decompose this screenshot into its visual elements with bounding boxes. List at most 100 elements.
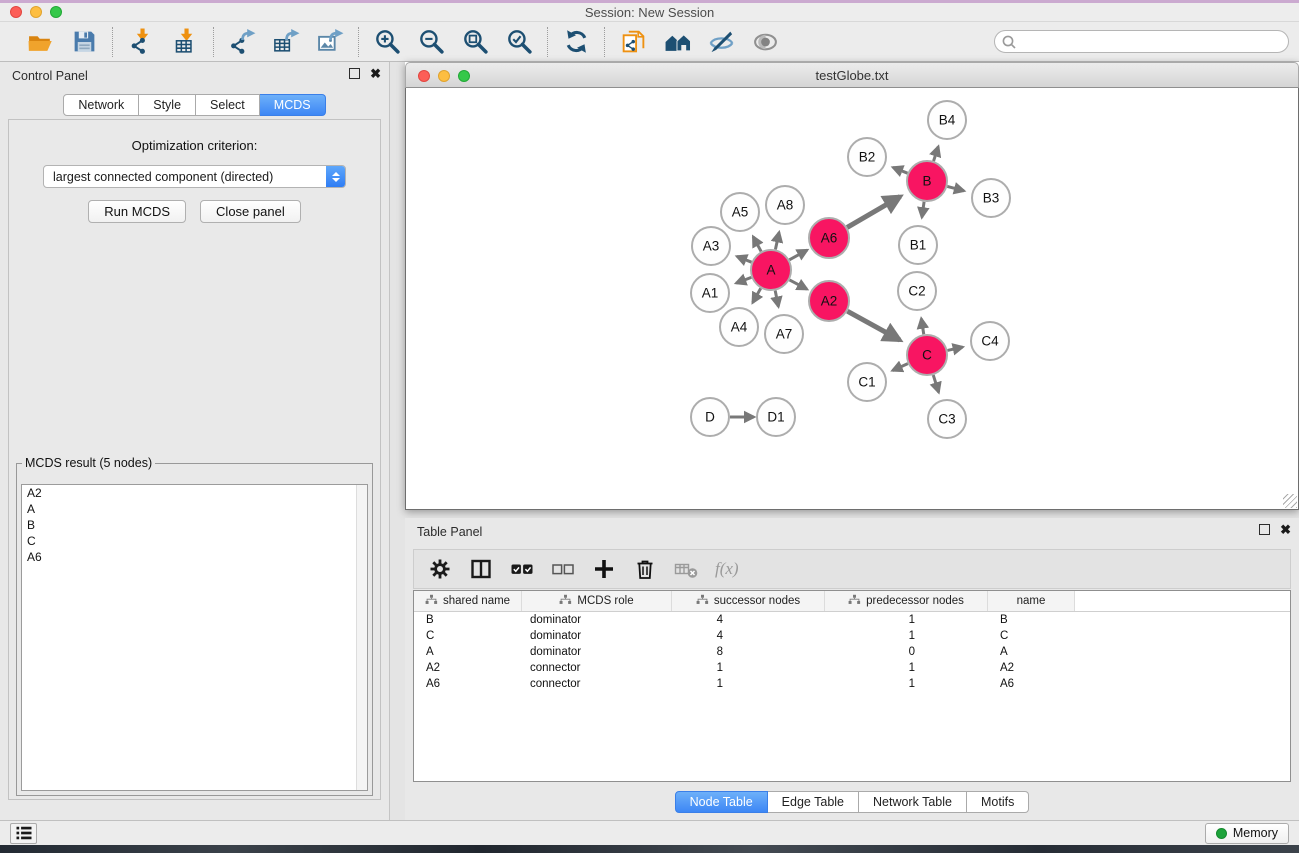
graph-edge-B-B1[interactable]	[922, 202, 924, 217]
run-mcds-button[interactable]: Run MCDS	[88, 200, 186, 223]
mcds-result-item[interactable]: A	[22, 501, 367, 517]
graph-edge-A-A8[interactable]	[775, 232, 779, 249]
graph-node-A[interactable]: A	[751, 250, 791, 290]
table-row[interactable]: Adominator80A	[414, 644, 1290, 660]
zoom-window-icon[interactable]	[50, 6, 62, 18]
close-table-panel-icon[interactable]: ✖	[1280, 524, 1291, 535]
memory-button[interactable]: Memory	[1205, 823, 1289, 844]
tab-node-table[interactable]: Node Table	[675, 791, 768, 813]
column-header-shared-name[interactable]: shared name	[414, 591, 522, 611]
graph-edge-A2-C[interactable]	[847, 311, 899, 340]
column-header-mcds-role[interactable]: MCDS role	[522, 591, 672, 611]
export-network-icon[interactable]	[228, 28, 256, 56]
task-history-button[interactable]	[10, 823, 37, 844]
graph-node-D1[interactable]: D1	[757, 398, 795, 436]
column-header-name[interactable]: name	[988, 591, 1075, 611]
column-header-predecessor-nodes[interactable]: predecessor nodes	[825, 591, 988, 611]
graph-edge-A-A1[interactable]	[736, 277, 751, 283]
mcds-result-item[interactable]: C	[22, 533, 367, 549]
export-image-icon[interactable]	[316, 28, 344, 56]
delete-column-icon[interactable]	[633, 557, 657, 581]
import-network-icon[interactable]	[127, 28, 155, 56]
graph-edge-A-A6[interactable]	[789, 250, 807, 260]
graph-node-A8[interactable]: A8	[766, 186, 804, 224]
float-table-panel-icon[interactable]	[1259, 524, 1270, 535]
column-header-successor-nodes[interactable]: successor nodes	[672, 591, 825, 611]
open-icon[interactable]	[26, 28, 54, 56]
minimize-network-window-icon[interactable]	[438, 70, 450, 82]
graph-node-B[interactable]: B	[907, 161, 947, 201]
close-window-icon[interactable]	[10, 6, 22, 18]
graph-edge-C-C3[interactable]	[933, 375, 938, 392]
graph-edge-B-B4[interactable]	[934, 147, 939, 161]
deselect-all-icon[interactable]	[551, 557, 575, 581]
graph-edge-A6-B[interactable]	[847, 197, 900, 228]
tab-network-table[interactable]: Network Table	[859, 791, 967, 813]
result-scrollbar[interactable]	[356, 485, 367, 790]
tab-select[interactable]: Select	[196, 94, 260, 116]
tab-motifs[interactable]: Motifs	[967, 791, 1029, 813]
graph-node-C1[interactable]: C1	[848, 363, 886, 401]
mcds-result-item[interactable]: A2	[22, 485, 367, 501]
float-panel-icon[interactable]	[349, 68, 360, 79]
mcds-result-item[interactable]: B	[22, 517, 367, 533]
close-panel-icon[interactable]: ✖	[370, 68, 381, 79]
graph-node-C3[interactable]: C3	[928, 400, 966, 438]
graph-edge-A-A7[interactable]	[775, 291, 778, 307]
zoom-fit-icon[interactable]	[461, 28, 489, 56]
close-panel-button[interactable]: Close panel	[200, 200, 301, 223]
refresh-icon[interactable]	[562, 28, 590, 56]
graph-edge-B-B2[interactable]	[893, 167, 908, 173]
graph-edge-A-A2[interactable]	[790, 280, 807, 289]
graph-edge-A-A3[interactable]	[737, 256, 752, 262]
home-icon[interactable]	[663, 28, 691, 56]
select-all-icon[interactable]	[510, 557, 534, 581]
new-network-icon[interactable]	[619, 28, 647, 56]
graph-edge-C-C2[interactable]	[921, 319, 923, 335]
graph-edge-A-A5[interactable]	[753, 237, 761, 252]
graph-node-A6[interactable]: A6	[809, 218, 849, 258]
graph-node-A3[interactable]: A3	[692, 227, 730, 265]
graph-edge-A-A4[interactable]	[753, 288, 761, 302]
table-row[interactable]: A2connector11A2	[414, 660, 1290, 676]
minimize-window-icon[interactable]	[30, 6, 42, 18]
table-row[interactable]: Bdominator41B	[414, 612, 1290, 628]
tab-network[interactable]: Network	[63, 94, 139, 116]
graph-edge-C-C4[interactable]	[947, 347, 962, 350]
resize-grip-icon[interactable]	[1283, 494, 1297, 508]
close-network-window-icon[interactable]	[418, 70, 430, 82]
graph-node-D[interactable]: D	[691, 398, 729, 436]
graph-edge-C-C1[interactable]	[893, 364, 908, 371]
zoom-out-icon[interactable]	[417, 28, 445, 56]
graph-node-C4[interactable]: C4	[971, 322, 1009, 360]
table-row[interactable]: Cdominator41C	[414, 628, 1290, 644]
graph-node-C2[interactable]: C2	[898, 272, 936, 310]
zoom-selected-icon[interactable]	[505, 28, 533, 56]
zoom-in-icon[interactable]	[373, 28, 401, 56]
settings-icon[interactable]	[428, 557, 452, 581]
save-icon[interactable]	[70, 28, 98, 56]
columns-icon[interactable]	[469, 557, 493, 581]
network-window-titlebar[interactable]: testGlobe.txt	[405, 62, 1299, 88]
hide-graphics-icon[interactable]	[707, 28, 735, 56]
graph-node-A1[interactable]: A1	[691, 274, 729, 312]
tab-edge-table[interactable]: Edge Table	[768, 791, 859, 813]
graph-node-A7[interactable]: A7	[765, 315, 803, 353]
search-input[interactable]	[994, 30, 1289, 53]
graph-edge-B-B3[interactable]	[947, 186, 964, 190]
graph-node-A2[interactable]: A2	[809, 281, 849, 321]
graph-node-A4[interactable]: A4	[720, 308, 758, 346]
graph-node-B1[interactable]: B1	[899, 226, 937, 264]
tab-style[interactable]: Style	[139, 94, 196, 116]
graph-node-B2[interactable]: B2	[848, 138, 886, 176]
import-table-icon[interactable]	[171, 28, 199, 56]
tab-mcds[interactable]: MCDS	[260, 94, 326, 116]
table-row[interactable]: A6connector11A6	[414, 676, 1290, 692]
graph-node-B4[interactable]: B4	[928, 101, 966, 139]
zoom-network-window-icon[interactable]	[458, 70, 470, 82]
graph-node-B3[interactable]: B3	[972, 179, 1010, 217]
mcds-result-item[interactable]: A6	[22, 549, 367, 565]
graph-node-A5[interactable]: A5	[721, 193, 759, 231]
network-canvas[interactable]: B4B2BB3B1A5A8A6A3AA1A2C2A4A7C4CC1C3DD1	[405, 88, 1299, 510]
add-column-icon[interactable]	[592, 557, 616, 581]
